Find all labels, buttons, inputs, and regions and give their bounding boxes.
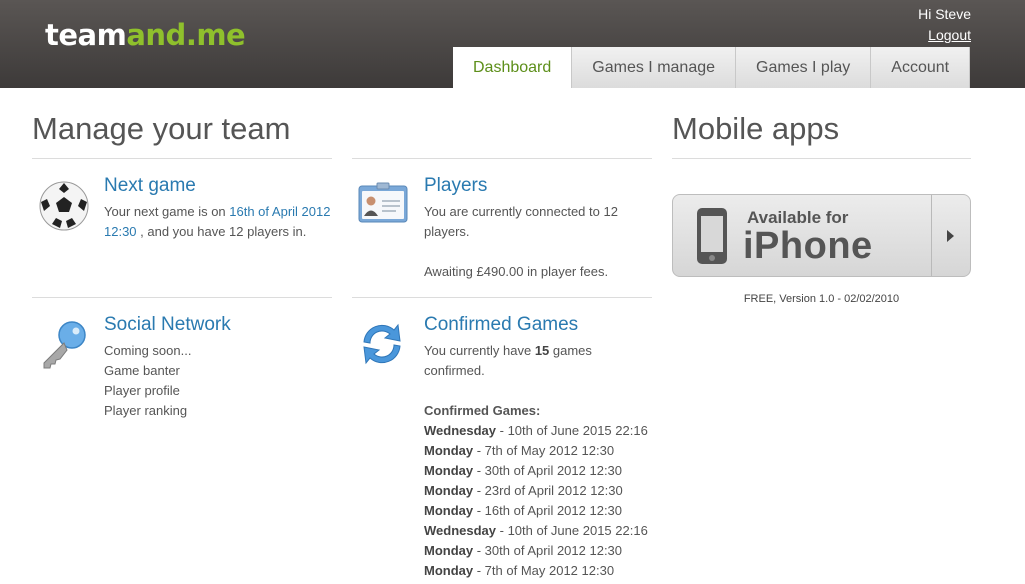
social-item-game-banter: Game banter [104, 363, 180, 378]
game-day: Monday [424, 503, 474, 518]
site-logo[interactable]: teamand.me [45, 18, 246, 52]
social-item-player-profile: Player profile [104, 383, 180, 398]
social-item-coming-soon: Coming soon... [104, 343, 192, 358]
key-icon [43, 321, 86, 369]
players-title[interactable]: Players [424, 175, 487, 197]
refresh-arrows-icon [363, 323, 401, 365]
logo-text-team: team [45, 18, 127, 52]
game-day: Monday [424, 563, 474, 578]
game-date: - 7th of May 2012 12:30 [473, 443, 615, 458]
game-date: - 16th of April 2012 12:30 [473, 503, 623, 518]
divider [32, 297, 332, 298]
button-separator [931, 195, 932, 276]
game-date: - 23rd of April 2012 12:30 [473, 483, 623, 498]
confirmed-list-title: Confirmed Games: [424, 403, 541, 418]
confirmed-games-text: You currently have 15 games confirmed. C… [424, 341, 664, 581]
tab-games-i-manage[interactable]: Games I manage [571, 47, 736, 88]
confirmed-count: 15 [534, 343, 550, 358]
game-day: Wednesday [424, 423, 497, 438]
social-item-player-ranking: Player ranking [104, 403, 188, 418]
confirmed-game-item: Monday - 16th of April 2012 12:30 [424, 501, 664, 521]
iphone-device-icon [697, 208, 727, 264]
logo-text-me: .me [185, 18, 246, 52]
confirmed-game-item: Monday - 23rd of April 2012 12:30 [424, 481, 664, 501]
game-date: - 7th of May 2012 12:30 [473, 563, 615, 578]
arrow-right-icon [947, 230, 954, 242]
confirmed-game-item: Wednesday - 10th of June 2015 22:16 [424, 521, 664, 541]
game-day: Wednesday [424, 523, 497, 538]
site-header: teamand.me Hi Steve Logout Dashboard Gam… [0, 0, 1025, 89]
confirmed-game-item: Monday - 30th of April 2012 12:30 [424, 541, 664, 561]
players-fees-line: Awaiting £490.00 in player fees. [424, 264, 609, 279]
tab-dashboard[interactable]: Dashboard [453, 47, 572, 89]
divider [672, 158, 971, 159]
players-text: You are currently connected to 12 player… [424, 202, 652, 282]
mobile-apps-heading: Mobile apps [672, 111, 840, 146]
app-version-text: FREE, Version 1.0 - 02/02/2010 [743, 293, 900, 305]
id-card-icon [358, 182, 408, 223]
social-network-list: Coming soon... Game banter Player profil… [104, 341, 324, 421]
game-date: - 10th of June 2015 22:16 [496, 523, 648, 538]
divider [32, 158, 332, 159]
logout-link[interactable]: Logout [928, 27, 971, 43]
game-day: Monday [424, 443, 474, 458]
next-game-text-post: , and you have 12 players in. [136, 224, 307, 239]
game-date: - 30th of April 2012 12:30 [473, 543, 623, 558]
players-connected-line1: You are currently connected to 12 [424, 204, 618, 219]
confirmed-games-title[interactable]: Confirmed Games [424, 314, 578, 336]
next-game-date-link[interactable]: 16th of April 2012 [229, 204, 330, 219]
confirmed-game-item: Monday - 7th of May 2012 12:30 [424, 441, 664, 461]
confirmed-game-item: Monday - 30th of April 2012 12:30 [424, 461, 664, 481]
logo-text-and: and [126, 18, 186, 52]
iphone-label: iPhone [743, 225, 873, 267]
game-date: - 30th of April 2012 12:30 [473, 463, 623, 478]
divider [352, 158, 652, 159]
confirmed-count-line: You currently have 15 games [424, 341, 664, 361]
confirmed-count-post: games [549, 343, 592, 358]
game-day: Monday [424, 463, 474, 478]
next-game-time-link[interactable]: 12:30 [104, 224, 137, 239]
social-network-title[interactable]: Social Network [104, 314, 231, 336]
iphone-app-button[interactable]: Available for iPhone [672, 194, 971, 277]
next-game-text-pre: Your next game is on [104, 204, 230, 219]
divider [352, 297, 652, 298]
game-day: Monday [424, 483, 474, 498]
confirmed-count-pre: You currently have [424, 343, 535, 358]
next-game-title[interactable]: Next game [104, 175, 196, 197]
confirmed-game-item: Wednesday - 10th of June 2015 22:16 [424, 421, 664, 441]
soccer-ball-icon [39, 181, 89, 231]
tab-games-i-play[interactable]: Games I play [735, 47, 871, 88]
confirmed-game-item: Monday - 7th of May 2012 12:30 [424, 561, 664, 581]
tab-account[interactable]: Account [870, 47, 971, 88]
game-date: - 10th of June 2015 22:16 [496, 423, 648, 438]
user-greeting: Hi Steve [918, 6, 971, 22]
next-game-text: Your next game is on 16th of April 2012 1… [104, 202, 336, 242]
confirmed-count-line2: confirmed. [424, 363, 485, 378]
players-connected-line2: players. [424, 224, 470, 239]
game-day: Monday [424, 543, 474, 558]
main-tabs: Dashboard Games I manage Games I play Ac… [453, 47, 971, 89]
manage-team-heading: Manage your team [32, 111, 291, 146]
